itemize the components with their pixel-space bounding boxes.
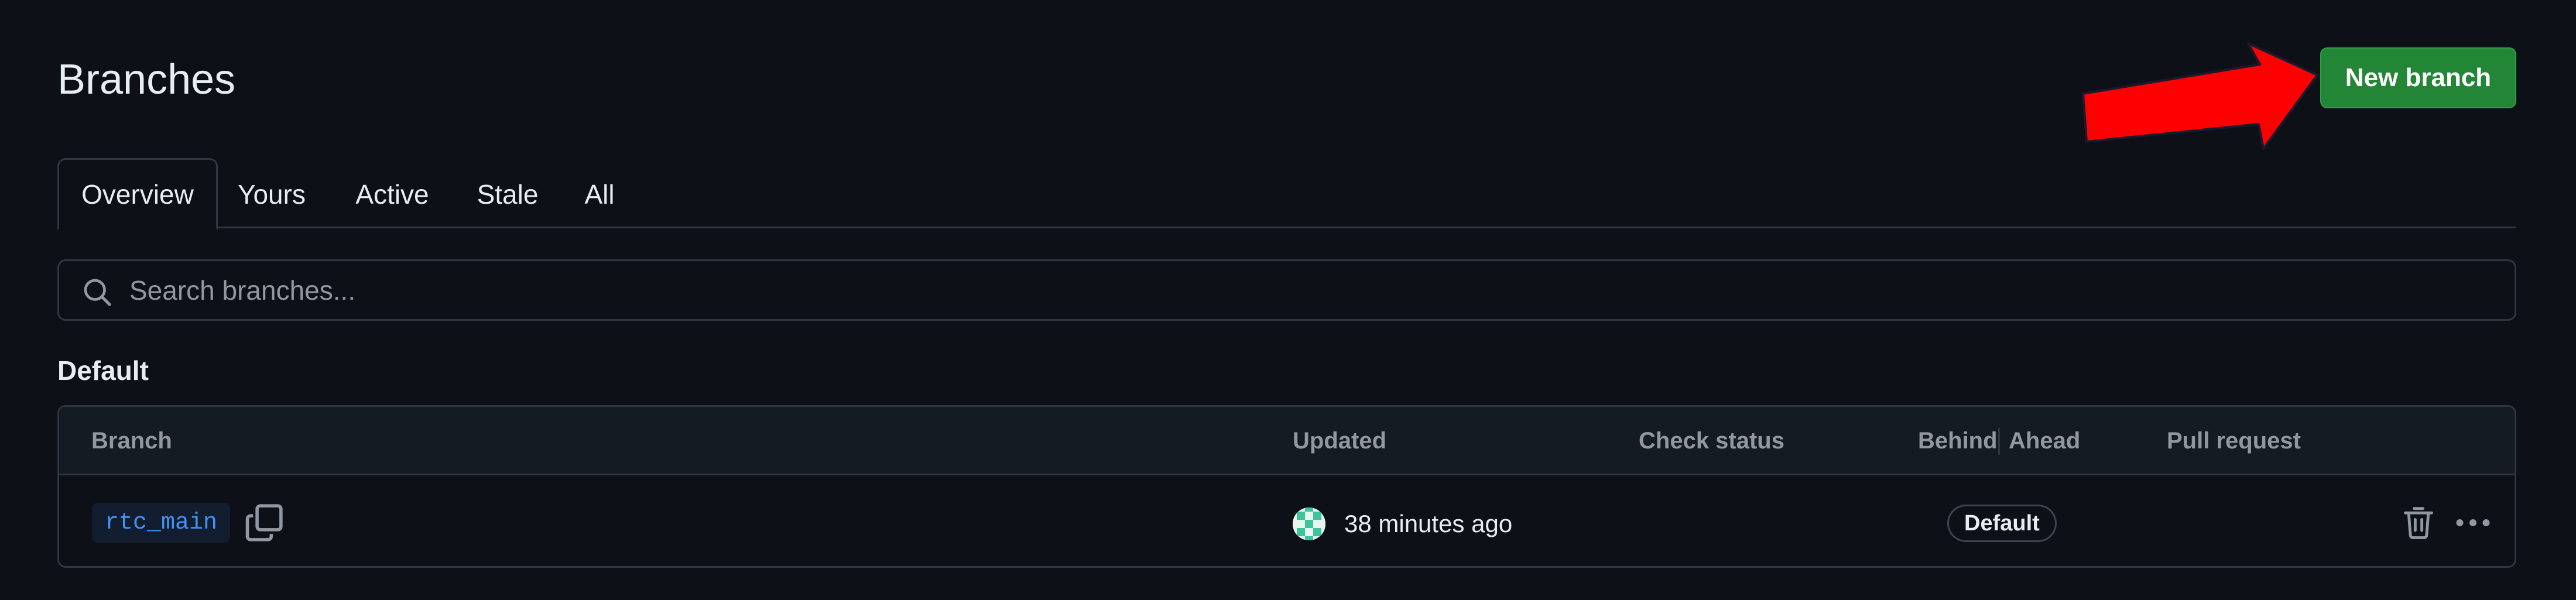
avatar[interactable]	[1293, 508, 1325, 540]
tab-stale[interactable]: Stale	[470, 158, 546, 230]
annotation-arrow-icon	[2082, 42, 2318, 150]
default-branches-table: Branch Updated Check status Behind Ahead…	[57, 405, 2516, 568]
branches-page: Branches New branch Overview Yours Activ…	[0, 0, 2576, 600]
page-title: Branches	[57, 56, 236, 103]
column-pull-request: Pull request	[2167, 428, 2301, 454]
updated-time: 38 minutes ago	[1344, 510, 1513, 537]
default-badge: Default	[1947, 505, 2057, 542]
branch-name-link[interactable]: rtc_main	[92, 503, 231, 543]
column-updated: Updated	[1293, 428, 1386, 454]
column-check-status: Check status	[1639, 428, 1784, 454]
column-branch: Branch	[91, 428, 172, 454]
tab-yours[interactable]: Yours	[231, 158, 313, 230]
column-behind: Behind	[1918, 428, 1998, 454]
column-ahead: Ahead	[2009, 428, 2081, 454]
search-input[interactable]	[129, 261, 2413, 319]
default-section-title: Default	[57, 355, 149, 386]
tab-overview[interactable]: Overview	[57, 158, 218, 230]
trash-icon[interactable]	[2401, 505, 2436, 540]
table-header: Branch Updated Check status Behind Ahead…	[59, 407, 2515, 475]
copy-icon[interactable]	[244, 503, 284, 543]
kebab-icon[interactable]	[2452, 505, 2493, 540]
table-row: rtc_main 38 minutes ago Default	[59, 477, 2515, 566]
tab-all[interactable]: All	[576, 158, 623, 230]
search-box[interactable]	[57, 259, 2516, 321]
tab-active[interactable]: Active	[345, 158, 439, 230]
search-icon	[84, 279, 111, 306]
branch-tabs: Overview Yours Active Stale All	[57, 158, 2516, 230]
new-branch-button[interactable]: New branch	[2320, 47, 2516, 108]
behind-ahead-divider	[1998, 428, 2000, 455]
